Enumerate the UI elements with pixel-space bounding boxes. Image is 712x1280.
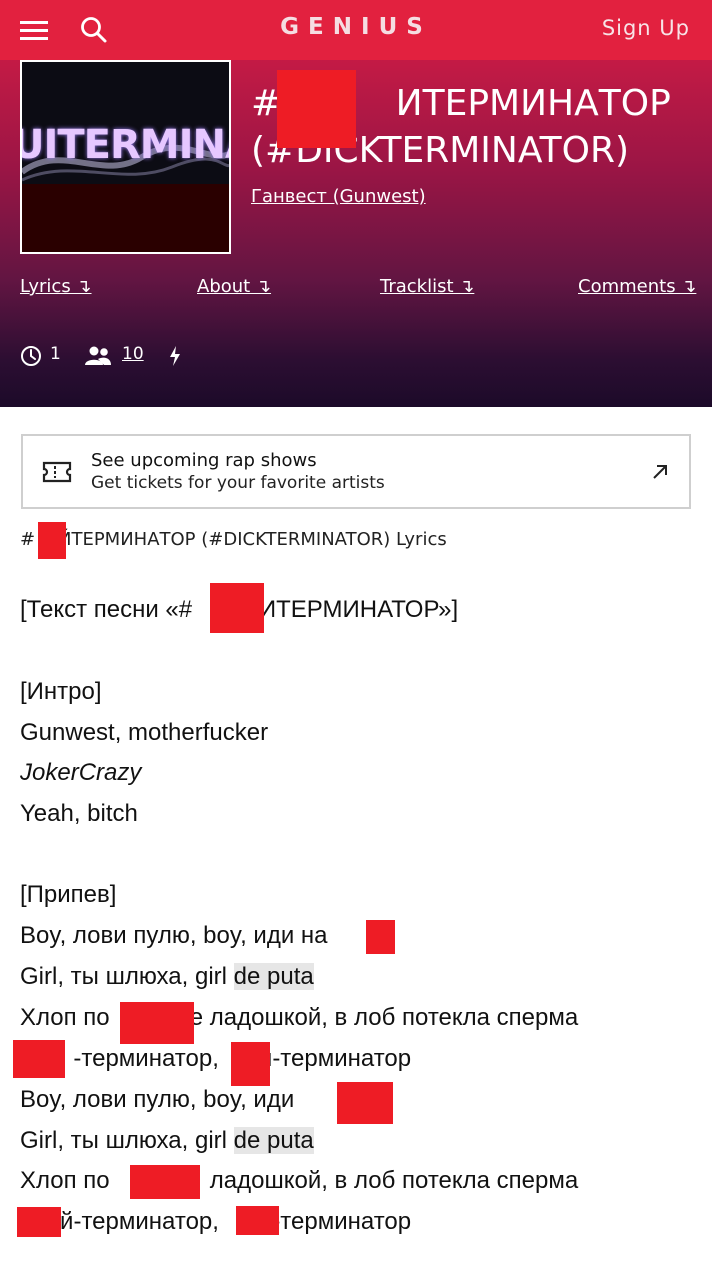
lyric-line: JokerCrazy [20,759,142,786]
artist-link[interactable]: Ганвест (Gunwest) [251,186,426,207]
lyric-line: -терминатор, й-терминатор [20,1045,412,1072]
lyric-line: [Интро] [20,678,102,705]
sign-up-button[interactable]: Sign Up [602,16,690,40]
lyric-line: Хлоп по ладошкой, в лоб потекла сперма [20,1167,579,1194]
redaction-block [231,1042,270,1086]
lyric-line: Gunwest, motherfucker [20,719,269,746]
banner-title: See upcoming rap shows [91,450,317,471]
redaction-block [17,1207,61,1237]
lyric-text: Girl, ты шлюха, girl [20,1127,234,1154]
lyric-line: Yeah, bitch [20,800,138,827]
redaction-block [13,1040,65,1078]
redaction-block [120,1002,194,1044]
redaction-block [38,522,66,559]
lyric-line: Хлоп по е ладошкой, в лоб потекла сперма [20,1004,579,1031]
nav-about-link[interactable]: About ↴ [197,276,271,297]
lyric-line: Boy, лови пулю, boy, иди на й [20,922,381,949]
bolt-icon [170,346,180,366]
redaction-block [210,583,264,633]
redaction-block [337,1082,393,1124]
external-arrow-icon [653,465,667,479]
upcoming-shows-banner[interactable]: See upcoming rap shows Get tickets for y… [21,434,691,509]
lyric-line: Girl, ты шлюха, girl de puta [20,962,314,992]
contributors-count[interactable]: 10 [122,344,144,364]
nav-lyrics-link[interactable]: Lyrics ↴ [20,276,92,297]
album-cover: UITERMINAT [20,60,231,254]
nav-comments-link[interactable]: Comments ↴ [578,276,696,297]
top-nav-bar: GENIUS Sign Up [0,0,712,60]
redaction-block [130,1165,200,1199]
redaction-block [277,70,356,148]
cover-dark-band [22,184,229,252]
redaction-block [366,920,395,954]
redaction-block [236,1206,279,1235]
clock-count: 1 [50,344,61,364]
lyric-line: й-терминатор, -терминатор [20,1208,412,1235]
lyric-line: Girl, ты шлюха, girl de puta [20,1126,314,1156]
lyric-line: Boy, лови пулю, boy, иди й [20,1086,388,1113]
lyric-line: [Припев] [20,881,117,908]
banner-subtitle: Get tickets for your favorite artists [91,473,385,493]
cover-title-art: UITERMINAT [20,122,229,168]
nav-tracklist-link[interactable]: Tracklist ↴ [380,276,474,297]
annotated-lyric[interactable]: de puta [233,963,314,990]
lyrics-heading: # ЙТЕРМИНАТОР (#DICKTERMINATOR) Lyrics [20,529,447,550]
ticket-icon [42,461,72,483]
lyric-text: Girl, ты шлюха, girl [20,963,234,990]
contributors-icon[interactable] [84,345,112,367]
clock-icon [21,346,41,366]
annotated-lyric[interactable]: de puta [233,1127,314,1154]
song-header: GENIUS Sign Up UITERMINAT # ИТЕРМИНАТОР … [0,0,712,407]
